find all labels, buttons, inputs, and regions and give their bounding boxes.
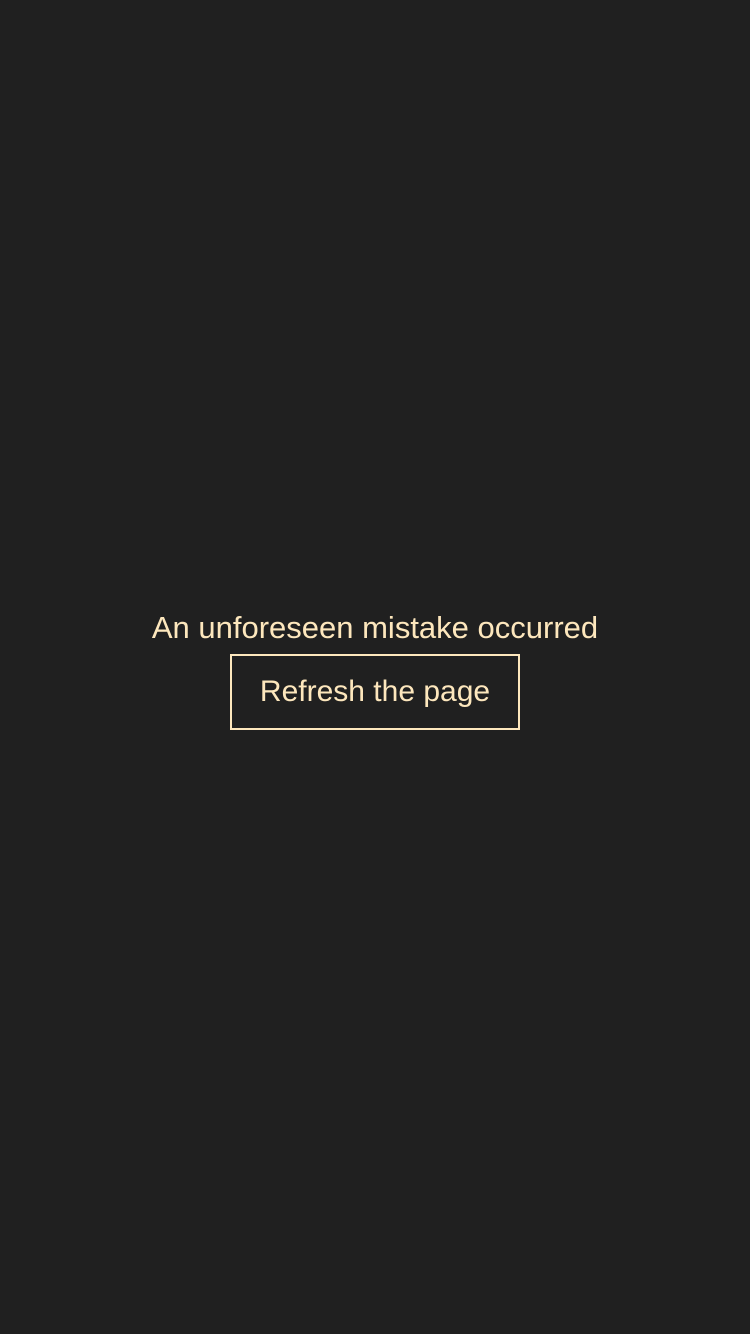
error-message: An unforeseen mistake occurred — [151, 610, 599, 645]
refresh-page-button[interactable]: Refresh the page — [230, 654, 520, 730]
error-screen: An unforeseen mistake occurred Refresh t… — [0, 0, 750, 1334]
